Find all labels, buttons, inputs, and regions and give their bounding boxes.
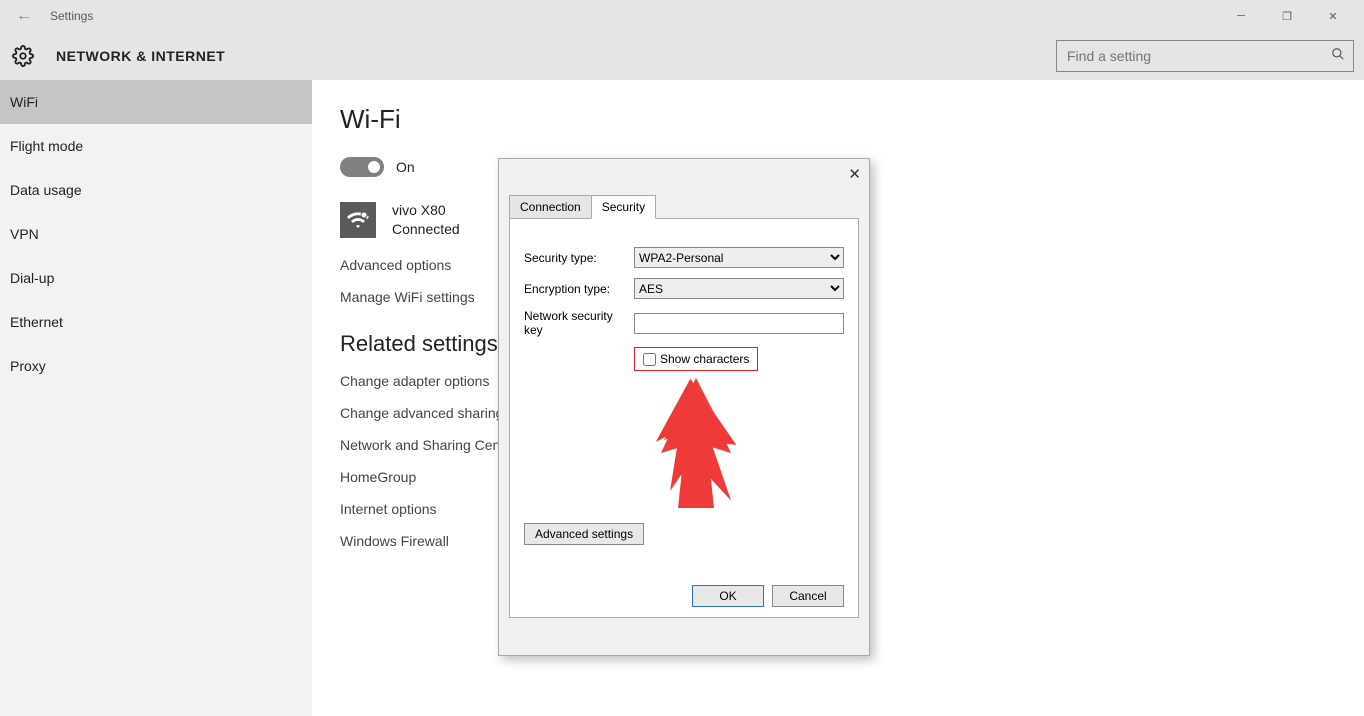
maximize-button[interactable]: ❐ [1264,0,1310,32]
sidebar-item-flight-mode[interactable]: Flight mode [0,124,312,168]
page-title: Wi-Fi [340,104,1336,135]
encryption-type-select[interactable]: AES [634,278,844,299]
show-characters-row[interactable]: Show characters [634,347,758,371]
search-icon[interactable] [1323,47,1353,66]
cancel-button[interactable]: Cancel [772,585,844,607]
wifi-properties-dialog: ✕ Connection Security Security type: WPA… [498,158,870,656]
ok-button[interactable]: OK [692,585,764,607]
network-key-label: Network security key [524,309,634,337]
sidebar-item-data-usage[interactable]: Data usage [0,168,312,212]
wifi-signal-icon [340,202,376,238]
close-button[interactable]: ✕ [1310,0,1356,32]
search-box[interactable] [1056,40,1354,72]
wifi-toggle[interactable] [340,157,384,177]
network-name: vivo X80 [392,201,460,220]
network-key-input[interactable] [634,313,844,334]
sidebar-item-dial-up[interactable]: Dial-up [0,256,312,300]
sidebar-item-ethernet[interactable]: Ethernet [0,300,312,344]
window-title: Settings [50,9,93,23]
dialog-close-button[interactable]: ✕ [848,165,861,183]
encryption-type-label: Encryption type: [524,282,634,296]
gear-icon [10,43,36,69]
sidebar: WiFi Flight mode Data usage VPN Dial-up … [0,80,312,716]
network-status: Connected [392,220,460,239]
back-button[interactable]: ← [8,7,40,25]
tab-security[interactable]: Security [591,195,656,219]
show-characters-label: Show characters [660,352,749,366]
tab-panel-security: Security type: WPA2-Personal Encryption … [509,218,859,618]
advanced-settings-button[interactable]: Advanced settings [524,523,644,545]
show-characters-checkbox[interactable] [643,353,656,366]
settings-header: NETWORK & INTERNET [0,32,1364,80]
security-type-select[interactable]: WPA2-Personal [634,247,844,268]
sidebar-item-proxy[interactable]: Proxy [0,344,312,388]
security-type-label: Security type: [524,251,634,265]
wifi-toggle-label: On [396,159,415,175]
page-category: NETWORK & INTERNET [56,48,225,64]
tab-connection[interactable]: Connection [509,195,592,219]
sidebar-item-vpn[interactable]: VPN [0,212,312,256]
titlebar: ← Settings ─ ❐ ✕ [0,0,1364,32]
search-input[interactable] [1057,48,1323,64]
minimize-button[interactable]: ─ [1218,0,1264,32]
sidebar-item-wifi[interactable]: WiFi [0,80,312,124]
